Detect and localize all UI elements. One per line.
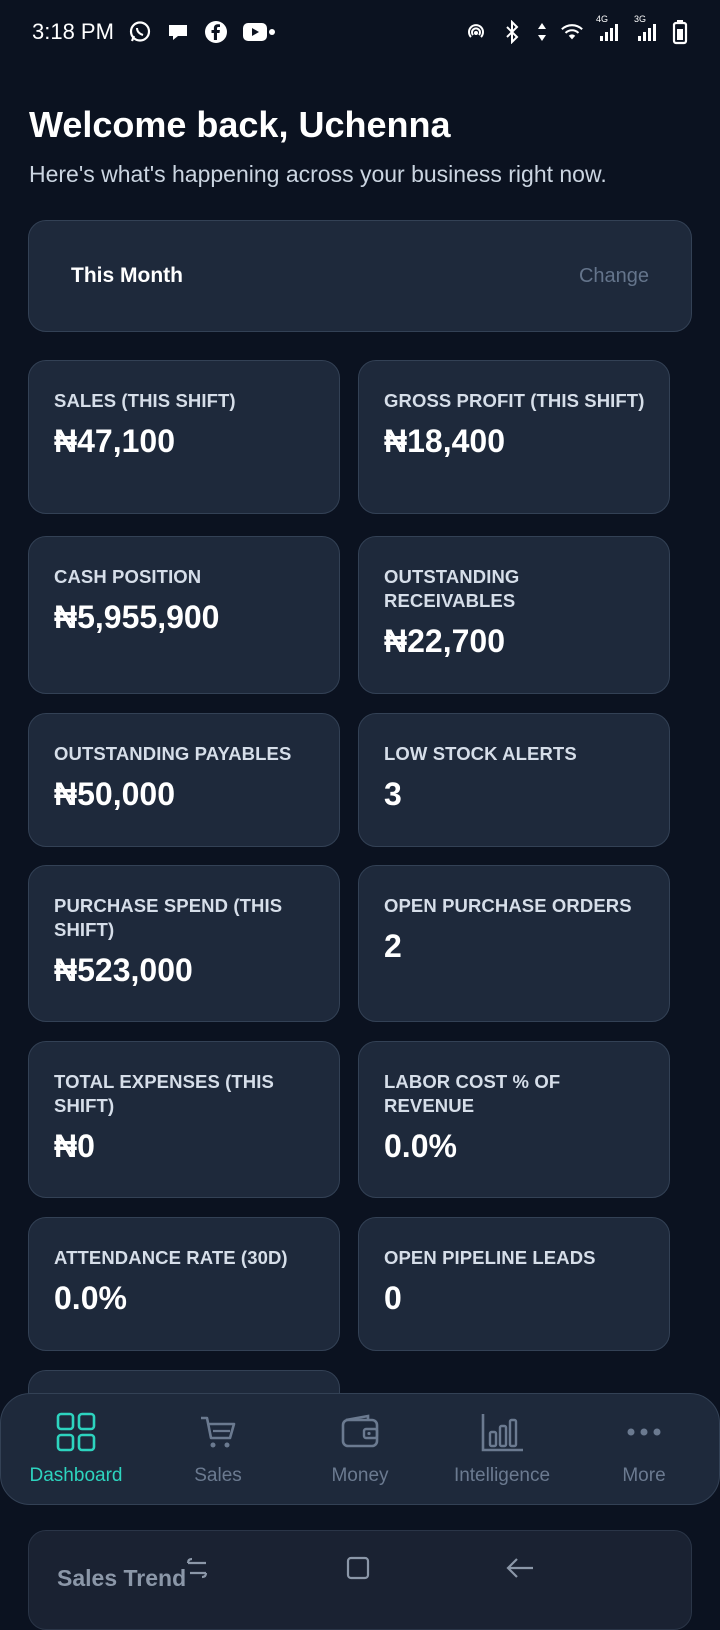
kpi-card-total-expenses[interactable]: TOTAL EXPENSES (THIS SHIFT) ₦0 xyxy=(28,1041,340,1198)
whatsapp-icon xyxy=(128,20,152,44)
kpi-card-cash-position[interactable]: CASH POSITION ₦5,955,900 xyxy=(28,536,340,694)
kpi-card-sales[interactable]: SALES (THIS SHIFT) ₦47,100 xyxy=(28,360,340,514)
network-4g-label: 4G xyxy=(596,14,609,24)
kpi-card-low-stock[interactable]: LOW STOCK ALERTS 3 xyxy=(358,713,670,847)
nav-item-more[interactable]: More xyxy=(574,1412,714,1487)
page-subtitle: Here's what's happening across your busi… xyxy=(29,161,607,187)
nav-label-more: More xyxy=(622,1464,666,1486)
kpi-label: OPEN PIPELINE LEADS xyxy=(384,1247,596,1268)
kpi-value: ₦50,000 xyxy=(54,776,175,812)
kpi-card-pipeline-leads[interactable]: OPEN PIPELINE LEADS 0 xyxy=(358,1217,670,1351)
chat-bubble-icon xyxy=(166,20,190,44)
kpi-card-labor-cost[interactable]: LABOR COST % OF REVENUE 0.0% xyxy=(358,1041,670,1198)
home-square-icon[interactable] xyxy=(343,1553,373,1588)
signal-3g-icon: 3G xyxy=(634,14,660,44)
nav-label-dashboard: Dashboard xyxy=(29,1464,123,1486)
kpi-value: 0.0% xyxy=(54,1280,127,1316)
nav-item-money[interactable]: Money xyxy=(290,1412,430,1487)
kpi-card-open-purchase-orders[interactable]: OPEN PURCHASE ORDERS 2 xyxy=(358,865,670,1022)
nav-label-money: Money xyxy=(331,1464,389,1486)
period-selector[interactable]: This Month Change xyxy=(28,220,692,332)
kpi-value: ₦22,700 xyxy=(384,623,505,659)
period-label: This Month xyxy=(71,264,183,287)
kpi-label: ATTENDANCE RATE (30D) xyxy=(54,1247,288,1268)
grid-icon xyxy=(56,1412,96,1457)
nav-item-intelligence[interactable]: Intelligence xyxy=(432,1412,572,1487)
facebook-icon xyxy=(204,20,228,44)
hotspot-icon xyxy=(464,20,488,44)
battery-icon xyxy=(672,20,688,45)
kpi-card-purchase-spend[interactable]: PURCHASE SPEND (THIS SHIFT) ₦523,000 xyxy=(28,865,340,1022)
kpi-label: PURCHASE SPEND (THIS SHIFT) xyxy=(54,895,283,940)
nav-label-intelligence: Intelligence xyxy=(453,1464,551,1486)
kpi-value: ₦0 xyxy=(54,1128,95,1164)
data-arrows-icon xyxy=(536,20,548,44)
kpi-label: OUTSTANDING PAYABLES xyxy=(54,743,292,764)
kpi-value: ₦523,000 xyxy=(54,952,193,988)
kpi-value: 0.0% xyxy=(384,1128,457,1164)
network-3g-label: 3G xyxy=(634,14,647,24)
bottom-nav: Dashboard Sales Money Intelligence More xyxy=(0,1393,720,1505)
youtube-icon xyxy=(242,20,276,44)
system-nav-bar xyxy=(0,1540,720,1600)
nav-label-sales: Sales xyxy=(194,1464,242,1486)
more-dots-icon xyxy=(624,1412,664,1457)
kpi-value: 0 xyxy=(384,1280,402,1316)
kpi-card-payables[interactable]: OUTSTANDING PAYABLES ₦50,000 xyxy=(28,713,340,847)
kpi-value: 2 xyxy=(384,928,402,964)
kpi-label: LABOR COST % OF REVENUE xyxy=(384,1071,561,1116)
kpi-label: LOW STOCK ALERTS xyxy=(384,743,577,764)
signal-4g-icon: 4G xyxy=(596,14,622,44)
page-title: Welcome back, Uchenna xyxy=(29,104,451,145)
bluetooth-icon xyxy=(500,20,524,44)
nav-item-sales[interactable]: Sales xyxy=(148,1412,288,1487)
kpi-label: OUTSTANDING RECEIVABLES xyxy=(384,566,520,611)
wallet-icon xyxy=(340,1412,380,1457)
kpi-value: ₦18,400 xyxy=(384,423,505,459)
kpi-value: ₦47,100 xyxy=(54,423,175,459)
status-time: 3:18 PM xyxy=(32,19,114,44)
kpi-label: CASH POSITION xyxy=(54,566,202,587)
kpi-value: ₦5,955,900 xyxy=(54,599,220,635)
kpi-label: TOTAL EXPENSES (THIS SHIFT) xyxy=(54,1071,274,1116)
kpi-label: SALES (THIS SHIFT) xyxy=(54,390,236,411)
kpi-label: OPEN PURCHASE ORDERS xyxy=(384,895,632,916)
bar-chart-icon xyxy=(480,1412,524,1457)
wifi-icon xyxy=(560,20,584,44)
nav-item-dashboard[interactable]: Dashboard xyxy=(6,1412,146,1487)
kpi-value: 3 xyxy=(384,776,402,812)
cart-icon xyxy=(198,1412,238,1457)
back-arrow-icon[interactable] xyxy=(503,1553,537,1588)
status-bar: 3:18 PM 4G 3G xyxy=(0,0,720,64)
period-change-button[interactable]: Change xyxy=(579,265,649,288)
kpi-card-gross-profit[interactable]: GROSS PROFIT (THIS SHIFT) ₦18,400 xyxy=(358,360,670,514)
kpi-card-receivables[interactable]: OUTSTANDING RECEIVABLES ₦22,700 xyxy=(358,536,670,694)
recents-gesture-icon[interactable] xyxy=(183,1553,213,1588)
kpi-label: GROSS PROFIT (THIS SHIFT) xyxy=(384,390,645,411)
kpi-card-attendance-rate[interactable]: ATTENDANCE RATE (30D) 0.0% xyxy=(28,1217,340,1351)
